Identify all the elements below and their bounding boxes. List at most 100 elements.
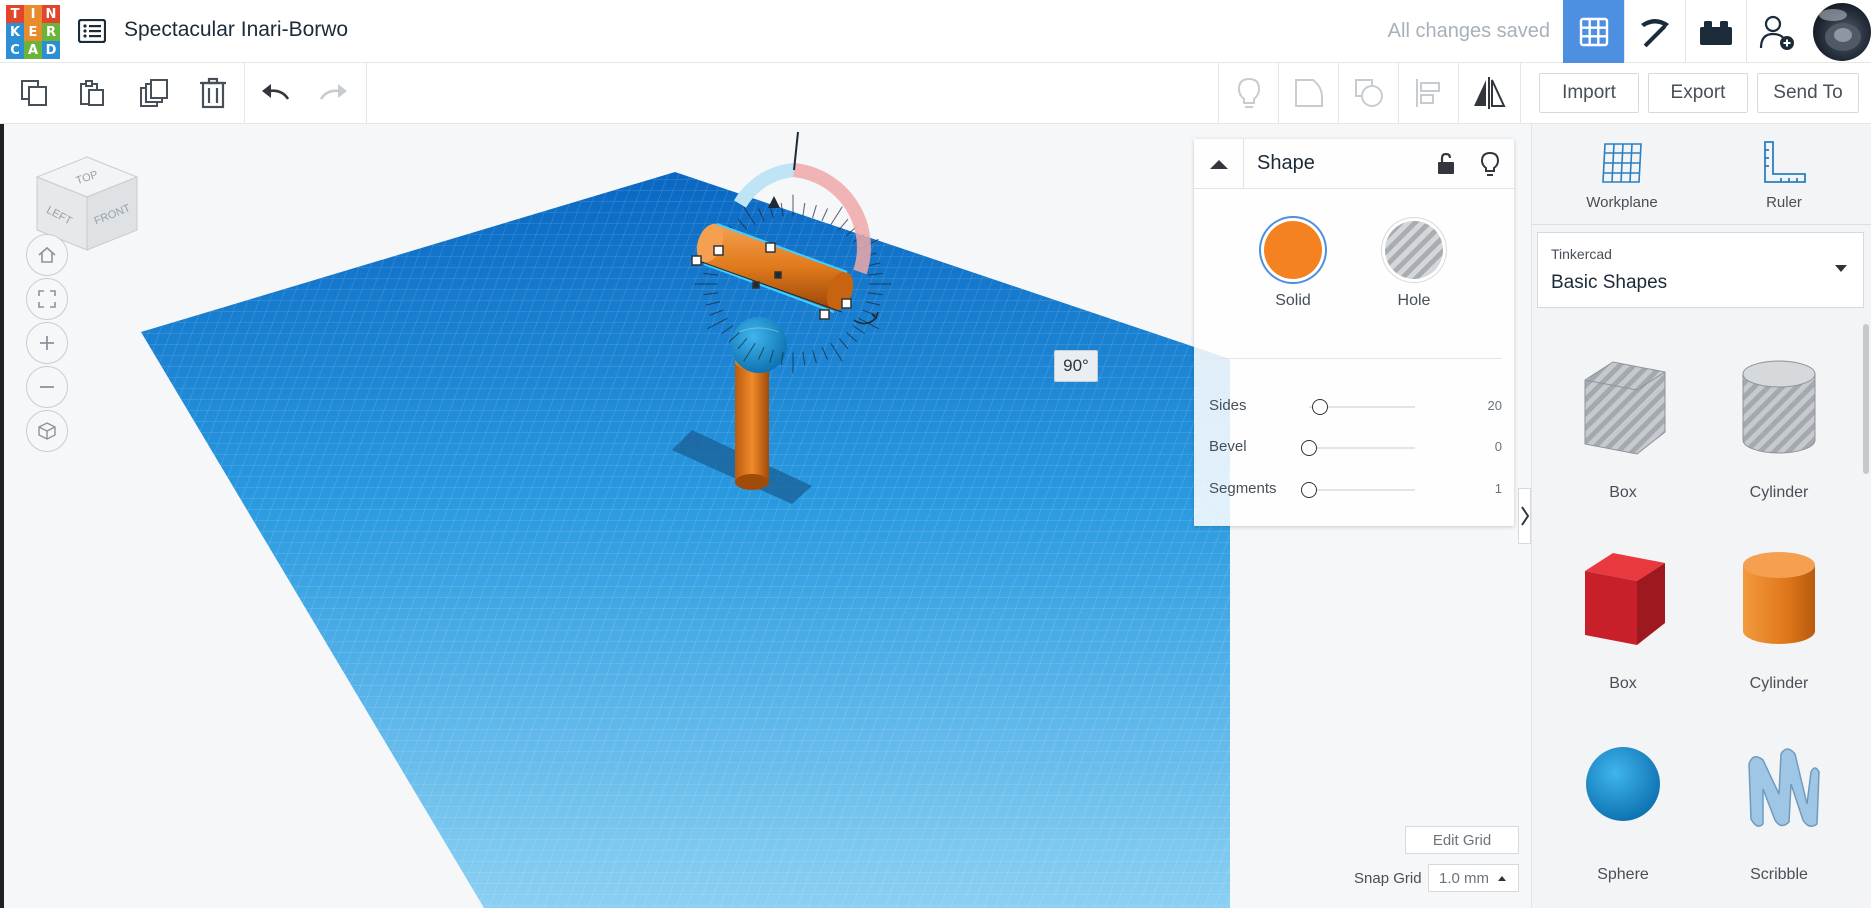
unlock-icon xyxy=(1438,152,1454,174)
red-box-icon xyxy=(1573,533,1673,658)
blue-sphere[interactable] xyxy=(731,317,787,373)
visibility-button[interactable] xyxy=(1477,151,1503,177)
codeblocks-view-button[interactable] xyxy=(1624,0,1685,63)
copy-icon xyxy=(21,80,47,106)
hole-label: Hole xyxy=(1397,292,1431,309)
ruler-tool[interactable]: Ruler xyxy=(1724,140,1844,220)
workplane-grid[interactable] xyxy=(141,172,1230,908)
hole-swatch[interactable] xyxy=(1385,221,1443,279)
duplicate-icon xyxy=(140,79,168,107)
toolbar-divider xyxy=(366,63,367,123)
shape-inspector: Shape Solid Hole Sides 20 Bevel 0 Segments 1 xyxy=(1194,139,1514,526)
shape-tile-blue-sphere[interactable]: Sphere xyxy=(1558,724,1688,904)
shape-name: Box xyxy=(1609,484,1637,501)
edit-grid-button[interactable]: Edit Grid xyxy=(1405,826,1519,854)
panel-scrollbar[interactable] xyxy=(1863,324,1869,474)
3d-design-view-button[interactable] xyxy=(1563,0,1624,63)
property-value[interactable]: 20 xyxy=(1488,398,1502,413)
shape-tile-scribble[interactable]: Scribble xyxy=(1714,724,1844,904)
property-slider[interactable] xyxy=(1309,489,1415,491)
inspector-collapse-button[interactable] xyxy=(1194,139,1244,189)
fit-view-button[interactable] xyxy=(26,278,68,320)
send-to-button[interactable]: Send To xyxy=(1757,73,1859,113)
mirror-button[interactable] xyxy=(1460,63,1518,123)
invite-user-button[interactable] xyxy=(1746,0,1807,63)
shape-tile-hole-cylinder[interactable]: Cylinder xyxy=(1714,342,1844,522)
avatar-photo xyxy=(1819,9,1861,51)
shape-library-select[interactable]: Tinkercad Basic Shapes xyxy=(1537,232,1864,308)
ruler-label: Ruler xyxy=(1766,194,1802,211)
toolbar-divider xyxy=(1398,63,1399,123)
chevron-right-icon xyxy=(1520,506,1529,526)
show-all-button[interactable] xyxy=(1220,63,1278,123)
panel-toggle-button[interactable] xyxy=(1518,488,1531,544)
toolbar-divider xyxy=(244,63,245,123)
slider-knob[interactable] xyxy=(1312,399,1328,415)
ortho-view-button[interactable] xyxy=(26,410,68,452)
logo-letter: A xyxy=(24,41,42,59)
lightbulb-icon xyxy=(1480,151,1500,176)
shape-tile-orange-cylinder[interactable]: Cylinder xyxy=(1714,533,1844,713)
design-list-button[interactable] xyxy=(76,16,108,46)
group-button[interactable] xyxy=(1280,63,1338,123)
save-status: All changes saved xyxy=(1387,20,1550,42)
bricks-view-button[interactable] xyxy=(1685,0,1746,63)
dial-tick xyxy=(838,218,849,231)
lightbulb-icon xyxy=(1237,77,1261,108)
ungroup-button[interactable] xyxy=(1340,63,1398,123)
workplane-label: Workplane xyxy=(1586,194,1658,211)
delete-button[interactable] xyxy=(184,63,242,123)
vertical-cylinder[interactable] xyxy=(735,354,769,490)
lock-button[interactable] xyxy=(1433,151,1459,177)
logo-letter: I xyxy=(24,5,42,23)
dial-arc xyxy=(733,163,795,208)
scribble-icon xyxy=(1729,724,1829,849)
undo-button[interactable] xyxy=(246,63,304,123)
center-handle[interactable] xyxy=(752,281,760,289)
undo-icon xyxy=(262,84,290,100)
mirror-icon xyxy=(1474,77,1506,109)
dial-tick xyxy=(821,208,829,222)
resize-handle[interactable] xyxy=(713,245,724,256)
align-button[interactable] xyxy=(1400,63,1458,123)
home-view-button[interactable] xyxy=(26,234,68,276)
property-label: Sides xyxy=(1209,397,1247,414)
property-value[interactable]: 0 xyxy=(1495,439,1502,454)
resize-handle[interactable] xyxy=(691,255,702,266)
snap-grid-value: 1.0 mm xyxy=(1439,869,1490,887)
group-icon xyxy=(1295,79,1323,107)
slider-knob[interactable] xyxy=(1301,482,1317,498)
chevron-up-icon xyxy=(1209,160,1228,169)
zoom-out-button[interactable] xyxy=(26,366,68,408)
snap-grid-select[interactable]: 1.0 mm xyxy=(1428,864,1519,892)
shape-tile-red-box[interactable]: Box xyxy=(1558,533,1688,713)
workplane-tool[interactable]: Workplane xyxy=(1562,140,1682,220)
duplicate-button[interactable] xyxy=(125,63,183,123)
redo-button[interactable] xyxy=(305,63,363,123)
ruler-icon xyxy=(1764,141,1806,183)
property-value[interactable]: 1 xyxy=(1495,481,1502,496)
slider-knob[interactable] xyxy=(1301,440,1317,456)
plus-icon xyxy=(40,336,54,350)
paste-button[interactable] xyxy=(63,63,121,123)
zoom-in-button[interactable] xyxy=(26,322,68,364)
inspector-divider xyxy=(1206,358,1502,359)
lift-handle[interactable] xyxy=(768,196,780,208)
resize-handle[interactable] xyxy=(841,298,852,309)
resize-handle[interactable] xyxy=(765,242,776,253)
solid-color-swatch[interactable] xyxy=(1264,221,1322,279)
shape-name: Cylinder xyxy=(1749,484,1809,501)
user-avatar[interactable] xyxy=(1813,3,1871,61)
import-button[interactable]: Import xyxy=(1539,73,1639,113)
align-icon xyxy=(1416,79,1440,107)
copy-button[interactable] xyxy=(5,63,63,123)
project-title[interactable]: Spectacular Inari-Borwo xyxy=(124,18,348,42)
resize-handle[interactable] xyxy=(819,309,830,320)
tinkercad-logo[interactable]: TINKERCAD xyxy=(6,5,60,59)
logo-letter: N xyxy=(42,5,60,23)
app-header: TINKERCAD Spectacular Inari-Borwo All ch… xyxy=(0,0,1871,63)
export-button[interactable]: Export xyxy=(1648,73,1748,113)
center-handle[interactable] xyxy=(774,271,782,279)
shape-tile-hole-box[interactable]: Box xyxy=(1558,342,1688,522)
property-slider[interactable] xyxy=(1309,447,1415,449)
